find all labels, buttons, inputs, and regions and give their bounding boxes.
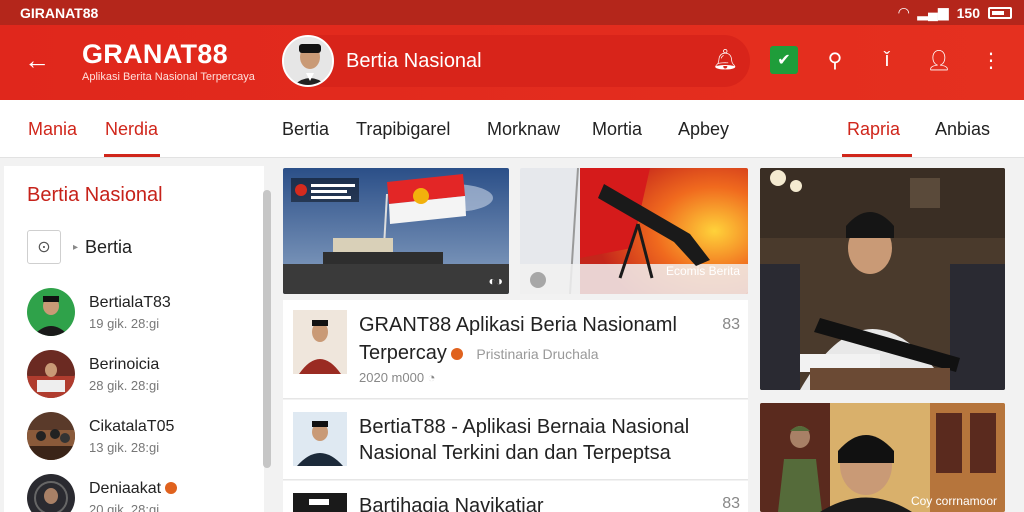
sidebar-filter[interactable]: ⊙ ▸ Bertia bbox=[27, 230, 132, 264]
tab-morknaw[interactable]: Morknaw bbox=[487, 119, 560, 140]
news-card-flag-building[interactable]: ◐◑ bbox=[283, 168, 509, 294]
tab-rapria[interactable]: Rapria bbox=[847, 119, 900, 140]
app-tagline: Aplikasi Berita Nasional Terpercaya bbox=[82, 71, 255, 83]
carrier-label: GIRANAT88 bbox=[20, 4, 99, 21]
sidebar-title: Bertia Nasional bbox=[27, 184, 163, 206]
sidebar-item-name: Deniaakat bbox=[89, 480, 178, 498]
news-subtitle: Terpercay Pristinaria Druchala bbox=[359, 342, 599, 364]
more-icon[interactable]: ⋮ bbox=[976, 45, 1006, 75]
sidebar-item-name: Berinoicia bbox=[89, 355, 160, 373]
avatar bbox=[27, 288, 75, 336]
category-tabs: Mania Nerdia Bertia Trapibigarel Morknaw… bbox=[0, 100, 1024, 158]
tab-mania[interactable]: Mania bbox=[28, 119, 77, 140]
card-overlay-label: Ecomis Berita bbox=[665, 264, 740, 278]
channel-pill[interactable]: Bertia Nasional 🔔︎ bbox=[282, 35, 750, 87]
status-time: 150 bbox=[956, 4, 980, 21]
app-brand: GRANAT88 bbox=[82, 39, 228, 69]
feature-photo-soldier[interactable] bbox=[760, 168, 1005, 390]
channel-avatar bbox=[282, 35, 334, 87]
sidebar-item-2[interactable]: CikatalaT05 13 gik. 28:gi bbox=[27, 412, 174, 460]
search-icon[interactable]: ⚲ bbox=[820, 45, 850, 75]
channel-title: Bertia Nasional bbox=[346, 49, 482, 72]
filter-label: Bertia bbox=[85, 236, 133, 257]
news-thumbnail bbox=[293, 412, 347, 476]
wifi-icon: ◠ bbox=[898, 4, 910, 20]
tab-nerdia[interactable]: Nerdia bbox=[105, 119, 158, 140]
sidebar-item-0[interactable]: BertialaT83 19 gik. 28:gi bbox=[27, 288, 171, 336]
news-title: GRANT88 Aplikasi Beria Nasionaml bbox=[359, 314, 677, 336]
active-tab-indicator bbox=[104, 154, 160, 157]
avatar bbox=[27, 412, 75, 460]
sidebar-item-meta: 13 gik. 28:gi bbox=[89, 439, 160, 455]
tab-trapibigarel[interactable]: Trapibigarel bbox=[356, 119, 450, 140]
news-item-1[interactable]: BertiaT88 - Aplikasi Bernaia Nasional Na… bbox=[283, 400, 748, 480]
feature-photo-guard[interactable]: Coy corrnamoor bbox=[760, 403, 1005, 512]
news-thumbnail bbox=[293, 310, 347, 374]
tab-apbey[interactable]: Apbey bbox=[678, 119, 729, 140]
avatar bbox=[27, 474, 75, 512]
sidebar-item-1[interactable]: Berinoicia 28 gik. 28:gi bbox=[27, 350, 159, 398]
avatar bbox=[27, 350, 75, 398]
sidebar-item-name: BertialaT83 bbox=[89, 293, 171, 311]
tab-mortia[interactable]: Mortia bbox=[592, 119, 642, 140]
news-count: 83 bbox=[722, 495, 740, 512]
filter-icon[interactable]: ⊙ bbox=[27, 230, 61, 264]
chevron-right-icon: ▸ bbox=[73, 242, 79, 253]
profile-icon[interactable]: 👤︎ bbox=[924, 45, 954, 75]
news-subtitle: Nasional Terkini dan dan Terpeptsa bbox=[359, 442, 671, 464]
news-card-flag-weapon[interactable]: Ecomis Berita bbox=[520, 168, 748, 294]
verified-badge-icon bbox=[165, 482, 178, 495]
news-title: Bartihagia Navikatiar bbox=[359, 495, 544, 512]
status-indicators: ◠ ▂▄▆ 150 bbox=[898, 4, 1012, 21]
secondary-tab-indicator bbox=[842, 154, 912, 157]
card-overlay-label: ◐◑ bbox=[488, 274, 504, 288]
signal-icon: ▂▄▆ bbox=[917, 4, 949, 20]
news-thumbnail bbox=[293, 493, 347, 512]
news-item-2[interactable]: Bartihagia Navikatiar 83 bbox=[283, 481, 748, 512]
news-meta: 2020 m000 ◔ bbox=[359, 370, 436, 385]
news-item-0[interactable]: GRANT88 Aplikasi Beria Nasionaml Terperc… bbox=[283, 300, 748, 399]
sidebar-item-meta: 19 gik. 28:gi bbox=[89, 315, 160, 331]
tab-anbias[interactable]: Anbias bbox=[935, 119, 990, 140]
bell-icon[interactable]: 🔔︎ bbox=[713, 47, 738, 72]
tab-bertia[interactable]: Bertia bbox=[282, 119, 329, 140]
sidebar-item-meta: 28 gik. 28:gi bbox=[89, 377, 160, 393]
flag-icon[interactable]: ✔ bbox=[770, 46, 798, 74]
sidebar-item-name: CikatalaT05 bbox=[89, 417, 175, 435]
news-source: Pristinaria Druchala bbox=[476, 346, 599, 362]
verified-badge-icon bbox=[450, 347, 463, 360]
card-overlay-label: Coy corrnamoor bbox=[910, 494, 997, 508]
sidebar-item-meta: 20 gik. 28:gi bbox=[89, 501, 160, 512]
sidebar-scrollbar[interactable] bbox=[263, 190, 271, 468]
header-actions: ✔ ⚲ ǐ 👤︎ ⋮ bbox=[770, 45, 1006, 75]
status-bar: GIRANAT88 ◠ ▂▄▆ 150 bbox=[0, 0, 1024, 25]
info-icon[interactable]: ǐ bbox=[872, 45, 902, 75]
battery-icon bbox=[988, 6, 1012, 19]
news-title: BertiaT88 - Aplikasi Bernaia Nasional bbox=[359, 416, 690, 438]
sidebar-item-3[interactable]: Deniaakat 20 gik. 28:gi bbox=[27, 474, 178, 512]
back-arrow-icon[interactable]: ← bbox=[24, 47, 50, 73]
news-app: GIRANAT88 ◠ ▂▄▆ 150 ← GRANAT88 Aplikasi … bbox=[0, 0, 1024, 512]
app-header: ← GRANAT88 Aplikasi Berita Nasional Terp… bbox=[0, 25, 1024, 100]
news-count: 83 bbox=[722, 316, 740, 333]
sidebar: Bertia Nasional ⊙ ▸ Bertia BertialaT83 1… bbox=[4, 166, 264, 512]
